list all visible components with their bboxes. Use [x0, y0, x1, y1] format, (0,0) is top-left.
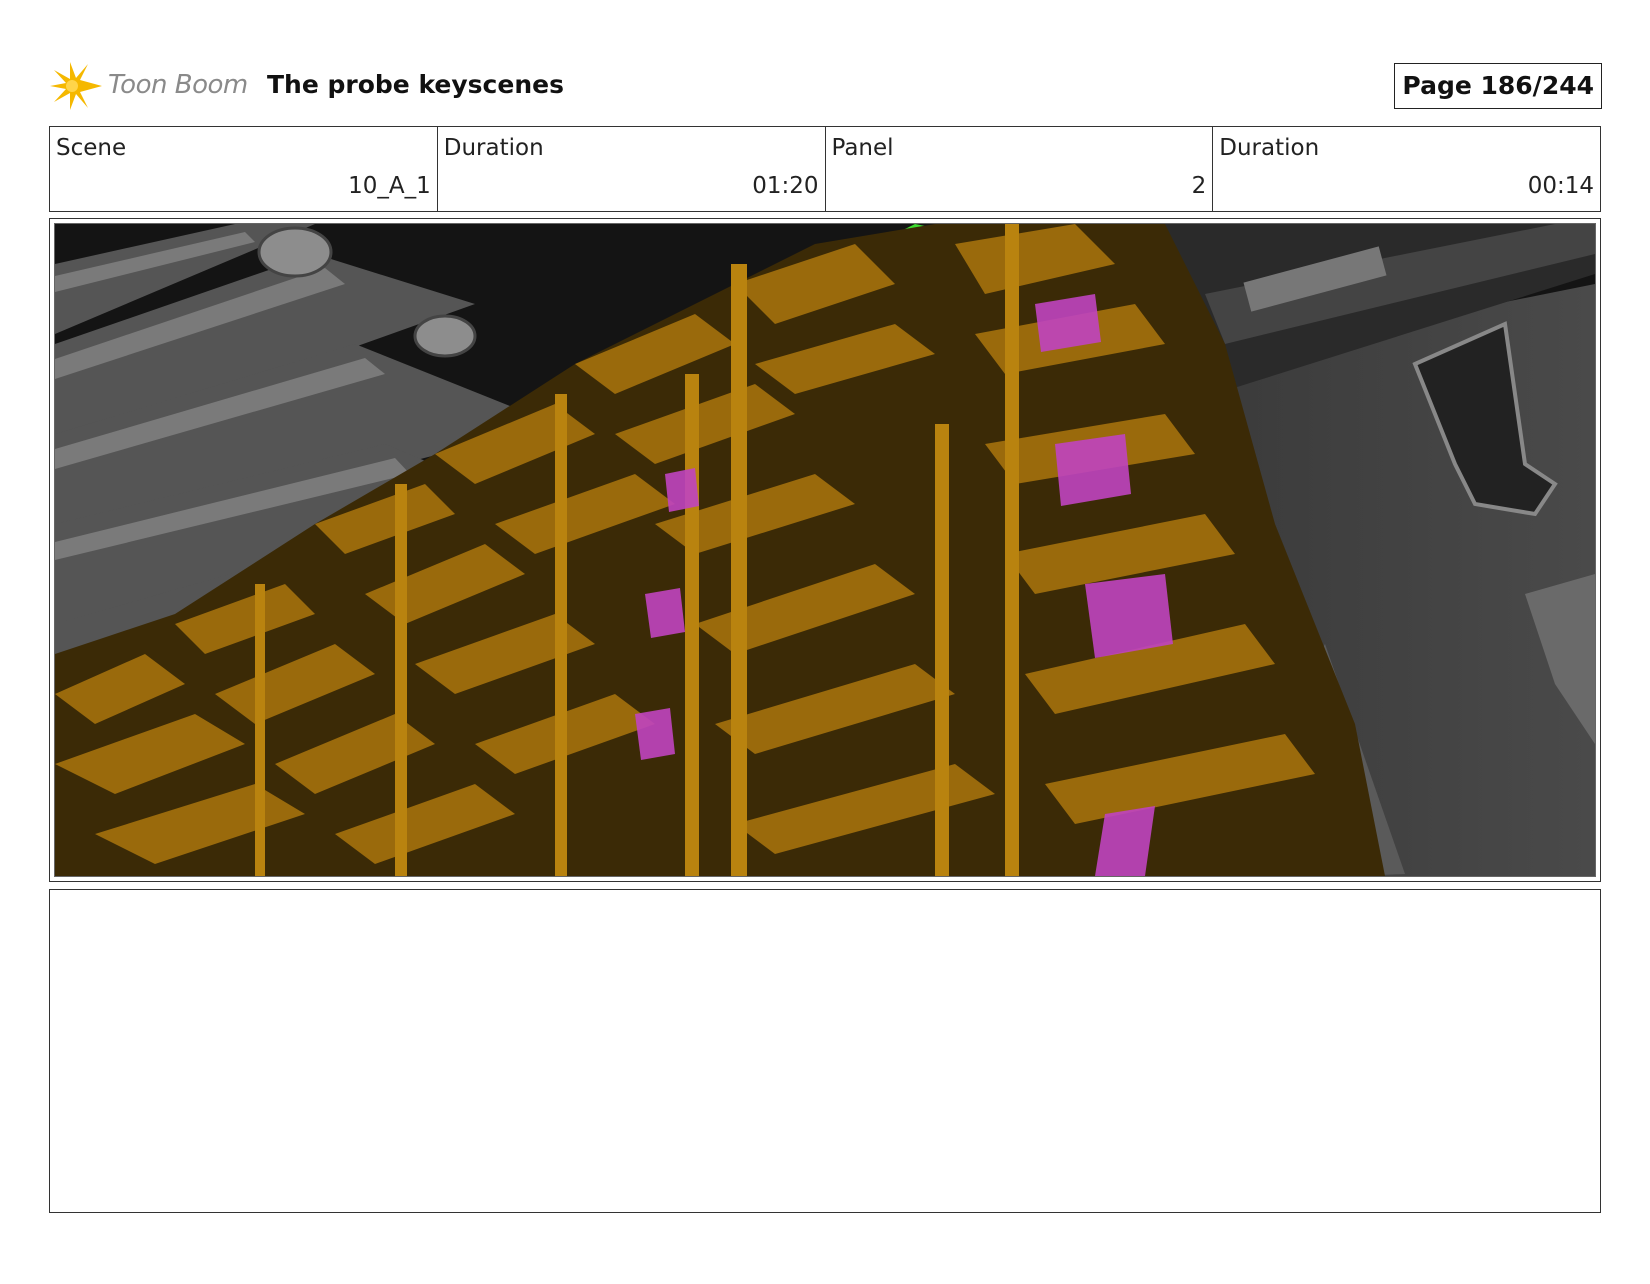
- page-number: Page 186/244: [1394, 63, 1602, 109]
- brand-logo: Toon Boom: [50, 58, 250, 112]
- scene-label: Scene: [56, 135, 127, 161]
- panel-notes-box: [49, 889, 1601, 1213]
- scene-info-row: Scene 10_A_1 Duration 01:20 Panel 2 Dura…: [49, 126, 1601, 212]
- panel-label: Panel: [831, 135, 894, 161]
- scene-duration-cell: Duration 01:20: [438, 127, 826, 211]
- crate-stack-render: [55, 224, 1595, 876]
- scene-cell: Scene 10_A_1: [50, 127, 438, 211]
- document-title: The probe keyscenes: [267, 70, 564, 99]
- scene-value: 10_A_1: [348, 173, 431, 199]
- storyboard-panel-image: [54, 223, 1596, 877]
- scene-duration-label: Duration: [443, 135, 544, 161]
- panel-value: 2: [1191, 173, 1207, 199]
- panel-duration-label: Duration: [1219, 135, 1320, 161]
- page-header: Toon Boom The probe keyscenes Page 186/2…: [50, 58, 1602, 112]
- panel-cell: Panel 2: [826, 127, 1214, 211]
- brand-name: Toon Boom: [108, 70, 248, 100]
- starburst-icon: [50, 62, 102, 110]
- scene-duration-value: 01:20: [752, 173, 819, 199]
- panel-duration-value: 00:14: [1527, 173, 1594, 199]
- panel-duration-cell: Duration 00:14: [1213, 127, 1600, 211]
- storyboard-panel-frame: [49, 218, 1601, 882]
